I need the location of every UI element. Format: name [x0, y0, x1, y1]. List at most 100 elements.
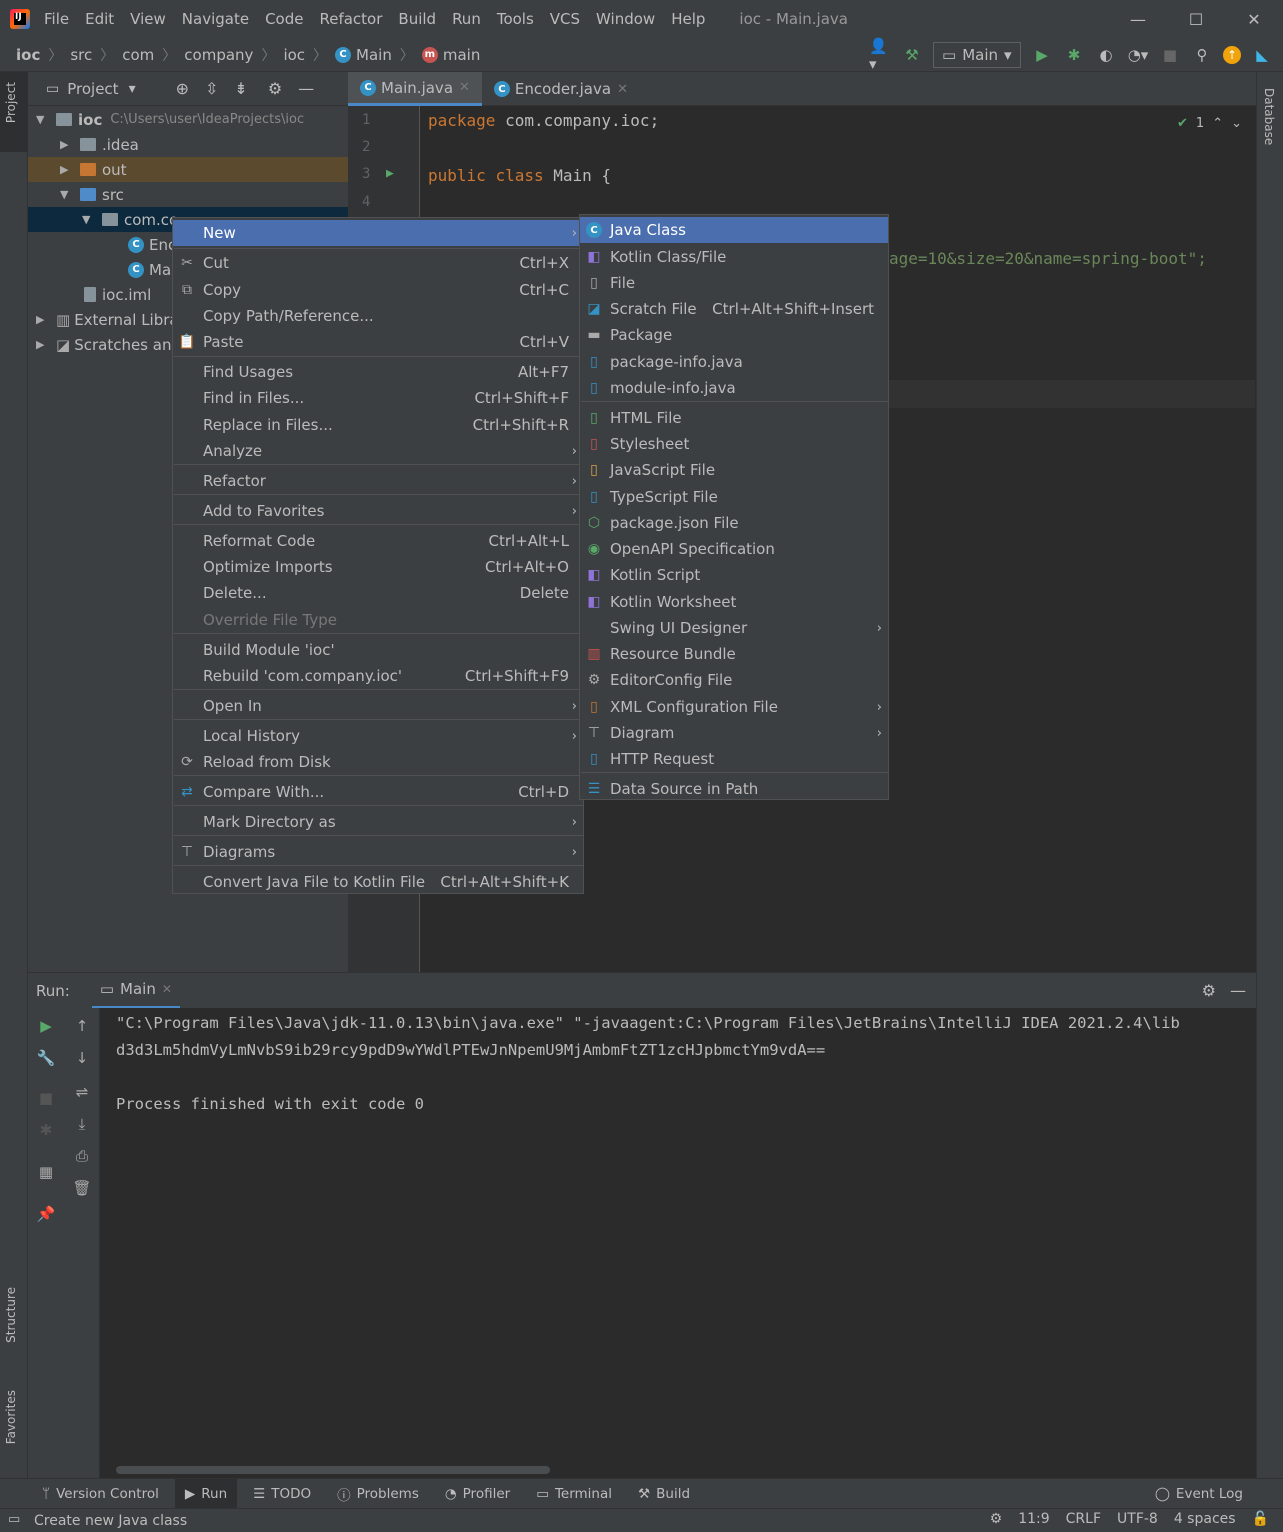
- menu-navigate[interactable]: Navigate: [182, 10, 249, 28]
- layout-icon[interactable]: ▦: [36, 1162, 56, 1182]
- menu-view[interactable]: View: [130, 10, 166, 28]
- database-tool-tab[interactable]: Database: [1262, 88, 1276, 145]
- submenu-item-swing-ui-designer[interactable]: Swing UI Designer ›: [580, 615, 888, 641]
- hide-icon[interactable]: —: [1230, 981, 1246, 1000]
- submenu-item-editorconfig[interactable]: ⚙ EditorConfig File: [580, 667, 888, 693]
- arrow-up-icon[interactable]: ↑: [72, 1016, 92, 1036]
- crumb-ioc[interactable]: ioc: [16, 46, 40, 64]
- tree-node-out[interactable]: ▶ out: [28, 157, 348, 182]
- menu-tools[interactable]: Tools: [497, 10, 534, 28]
- menu-item-find-usages[interactable]: Find Usages Alt+F7: [173, 359, 583, 385]
- run-gutter-icon[interactable]: ▶: [386, 166, 394, 181]
- chevron-up-icon[interactable]: ⌃: [1212, 116, 1223, 131]
- caret-position[interactable]: 11:9: [1018, 1511, 1049, 1527]
- trash-icon[interactable]: 🗑: [72, 1178, 92, 1198]
- build-hammer-icon[interactable]: ⚒: [901, 44, 923, 66]
- print-icon[interactable]: ⎙: [72, 1146, 92, 1166]
- menu-item-copy-path[interactable]: Copy Path/Reference...: [173, 303, 583, 329]
- submenu-item-kotlin-class[interactable]: ◧ Kotlin Class/File: [580, 244, 888, 270]
- locate-icon[interactable]: ⊕: [176, 79, 189, 98]
- menu-item-cut[interactable]: ✂ Cut Ctrl+X: [173, 250, 583, 276]
- soft-wrap-icon[interactable]: ⇌: [72, 1082, 92, 1102]
- run-icon[interactable]: ▶: [1031, 44, 1053, 66]
- submenu-item-java-class[interactable]: C Java Class: [580, 217, 888, 243]
- gear-icon[interactable]: ⚙: [268, 79, 282, 98]
- scroll-to-end-icon[interactable]: ⤓: [72, 1114, 92, 1134]
- menu-item-analyze[interactable]: Analyze ›: [173, 438, 583, 464]
- crumb-ioc-package[interactable]: ioc: [283, 46, 305, 64]
- close-icon[interactable]: ✕: [162, 982, 172, 996]
- tool-tab-todo[interactable]: ☰ TODO: [253, 1486, 311, 1502]
- menu-item-reload-from-disk[interactable]: ⟳ Reload from Disk: [173, 749, 583, 775]
- structure-tool-tab[interactable]: Structure: [4, 1287, 18, 1343]
- menu-item-add-to-favorites[interactable]: Add to Favorites ›: [173, 498, 583, 524]
- crumb-main-class[interactable]: C Main: [335, 46, 392, 64]
- inspection-widget[interactable]: ✔ 1 ⌃ ⌄: [1177, 116, 1242, 131]
- crumb-company[interactable]: company: [184, 46, 253, 64]
- menu-window[interactable]: Window: [596, 10, 655, 28]
- maximize-button[interactable]: ☐: [1167, 10, 1225, 29]
- submenu-item-xml-configuration[interactable]: ▯ XML Configuration File ›: [580, 694, 888, 720]
- submenu-item-resource-bundle[interactable]: ▥ Resource Bundle: [580, 641, 888, 667]
- menu-edit[interactable]: Edit: [85, 10, 114, 28]
- submenu-item-diagram[interactable]: ⊤ Diagram ›: [580, 720, 888, 746]
- tree-node-src[interactable]: ▼ src: [28, 182, 348, 207]
- update-icon[interactable]: ↑: [1223, 46, 1241, 64]
- file-encoding[interactable]: UTF-8: [1117, 1511, 1158, 1527]
- statusbar-toggle-icon[interactable]: ▭: [8, 1512, 20, 1527]
- run-tab-main[interactable]: ▭ Main ✕: [91, 973, 180, 1009]
- chevron-down-icon[interactable]: ▾: [129, 81, 136, 97]
- menu-item-new[interactable]: New ›: [173, 220, 583, 246]
- close-button[interactable]: ✕: [1225, 10, 1283, 29]
- expand-all-icon[interactable]: ⇳: [205, 79, 218, 98]
- submenu-item-kotlin-script[interactable]: ◧ Kotlin Script: [580, 562, 888, 588]
- menu-item-optimize-imports[interactable]: Optimize Imports Ctrl+Alt+O: [173, 554, 583, 580]
- unlock-icon[interactable]: 🔓: [1252, 1511, 1269, 1527]
- close-icon[interactable]: ✕: [459, 80, 470, 95]
- tree-node-idea[interactable]: ▶ .idea: [28, 132, 348, 157]
- crumb-com[interactable]: com: [122, 46, 154, 64]
- submenu-item-module-info[interactable]: ▯ module-info.java: [580, 375, 888, 401]
- debug-icon[interactable]: ✱: [1063, 44, 1085, 66]
- arrow-down-icon[interactable]: ↓: [72, 1048, 92, 1068]
- submenu-item-package[interactable]: ▬ Package: [580, 322, 888, 348]
- favorites-tool-tab[interactable]: Favorites: [4, 1390, 18, 1444]
- menu-run[interactable]: Run: [452, 10, 481, 28]
- project-tool-tab[interactable]: Project: [4, 82, 18, 123]
- tab-main-java[interactable]: C Main.java ✕: [348, 72, 482, 106]
- menu-item-build-module[interactable]: Build Module 'ioc': [173, 637, 583, 663]
- profile-icon[interactable]: ◔▾: [1127, 44, 1149, 66]
- submenu-item-data-source[interactable]: ☰ Data Source in Path: [580, 776, 888, 802]
- line-separator[interactable]: CRLF: [1066, 1511, 1101, 1527]
- gear-icon[interactable]: ⚙: [1202, 981, 1216, 1000]
- menu-item-refactor[interactable]: Refactor ›: [173, 468, 583, 494]
- menu-item-mark-directory-as[interactable]: Mark Directory as ›: [173, 809, 583, 835]
- collapse-all-icon[interactable]: ⇟: [234, 79, 247, 98]
- menu-item-local-history[interactable]: Local History ›: [173, 723, 583, 749]
- menu-item-reformat-code[interactable]: Reformat Code Ctrl+Alt+L: [173, 528, 583, 554]
- search-icon[interactable]: ⚲: [1191, 44, 1213, 66]
- coverage-icon[interactable]: ◐: [1095, 44, 1117, 66]
- hide-icon[interactable]: —: [298, 79, 314, 98]
- tool-tab-version-control[interactable]: ᛘ Version Control: [42, 1486, 159, 1502]
- toolbox-icon[interactable]: ◣: [1251, 44, 1273, 66]
- menu-vcs[interactable]: VCS: [550, 10, 580, 28]
- tool-tab-event-log[interactable]: ◯ Event Log: [1155, 1486, 1243, 1502]
- menu-item-find-in-files[interactable]: Find in Files... Ctrl+Shift+F: [173, 385, 583, 411]
- add-user-icon[interactable]: 👤▾: [869, 37, 891, 73]
- menu-code[interactable]: Code: [265, 10, 303, 28]
- pin-icon[interactable]: 📌: [36, 1204, 56, 1224]
- menu-item-rebuild[interactable]: Rebuild 'com.company.ioc' Ctrl+Shift+F9: [173, 663, 583, 689]
- crumb-main-method[interactable]: m main: [421, 46, 480, 64]
- rerun-icon[interactable]: ▶: [36, 1016, 56, 1036]
- submenu-item-package-json[interactable]: ⬡ package.json File: [580, 510, 888, 536]
- menu-item-open-in[interactable]: Open In ›: [173, 693, 583, 719]
- stop-icon[interactable]: ■: [1159, 44, 1181, 66]
- crumb-src[interactable]: src: [70, 46, 92, 64]
- menu-item-convert-to-kotlin[interactable]: Convert Java File to Kotlin File Ctrl+Alt…: [173, 869, 583, 895]
- submenu-item-package-info[interactable]: ▯ package-info.java: [580, 349, 888, 375]
- submenu-item-openapi[interactable]: ◉ OpenAPI Specification: [580, 536, 888, 562]
- indent-setting[interactable]: 4 spaces: [1174, 1511, 1236, 1527]
- submenu-item-scratch-file[interactable]: ◪ Scratch File Ctrl+Alt+Shift+Insert: [580, 296, 888, 322]
- tool-tab-run[interactable]: ▶ Run: [174, 1478, 238, 1509]
